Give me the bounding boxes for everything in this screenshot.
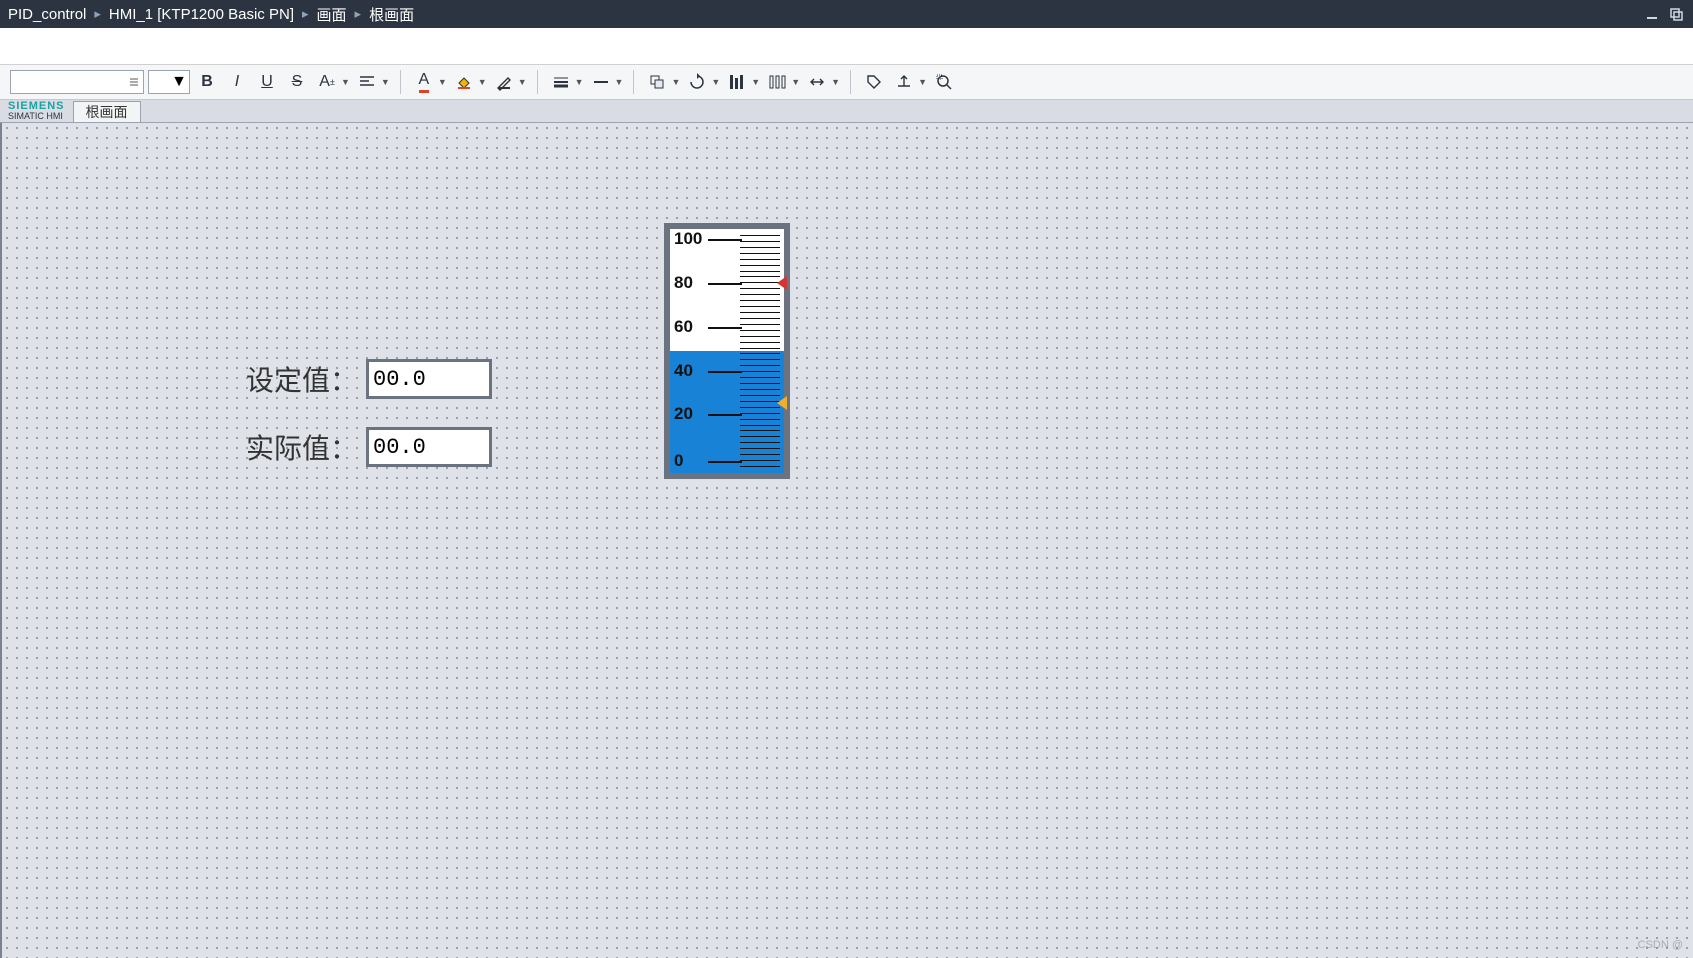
breadcrumb-item-root-screen[interactable]: 根画面 (369, 4, 414, 25)
distribute-button[interactable] (764, 68, 790, 96)
watermark: CSDN @ (1638, 939, 1683, 951)
breadcrumb-item-screens[interactable]: 画面 (317, 4, 347, 25)
tab-root-screen[interactable]: 根画面 (73, 101, 141, 122)
formatting-toolbar: ▼ B I U S A± ▼ ▼ A ▼ ▼ ▼ ▼ (0, 65, 1693, 100)
ribbon-blank-area (0, 28, 1693, 65)
gauge-tick-0: 0 (674, 451, 683, 471)
chevron-down-icon: ▼ (918, 77, 927, 87)
setpoint-label: 设定值： (246, 359, 358, 399)
actual-label: 实际值： (246, 427, 358, 467)
font-family-select[interactable] (10, 70, 144, 94)
breadcrumb-sep-icon: ▸ (355, 6, 362, 22)
titlebar-window-controls (1643, 6, 1685, 22)
pencil-icon (495, 73, 513, 91)
chevron-down-icon: ▼ (438, 77, 447, 87)
minimize-button[interactable] (1643, 6, 1661, 22)
bring-to-front-button[interactable] (644, 68, 670, 96)
gauge-tick-100: 100 (674, 229, 702, 249)
italic-button[interactable]: I (224, 68, 250, 96)
field-row-setpoint: 设定值： 00.0 (246, 359, 492, 399)
layer-select-button[interactable] (891, 68, 917, 96)
breadcrumb: PID_control ▸ HMI_1 [KTP1200 Basic PN] ▸… (8, 4, 414, 25)
setpoint-value: 00.0 (373, 367, 426, 392)
gauge-tick-60: 60 (674, 317, 693, 337)
bold-button[interactable]: B (194, 68, 220, 96)
chevron-down-icon: ▼ (711, 77, 720, 87)
chevron-down-icon: ▼ (478, 77, 487, 87)
gauge-tick-40: 40 (674, 361, 693, 381)
font-scale-button[interactable]: A± (314, 68, 340, 96)
field-row-actual: 实际值： 00.0 (246, 427, 492, 467)
text-align-button[interactable] (354, 68, 380, 96)
chevron-down-icon: ▼ (791, 77, 800, 87)
screen-editor-canvas[interactable]: 设定值： 00.0 实际值： 00.0 100 80 60 40 20 0 (0, 123, 1693, 958)
align-objects-button[interactable] (724, 68, 750, 96)
brand-line2: SIMATIC HMI (8, 111, 65, 121)
toolbar-separator (633, 70, 634, 94)
chevron-down-icon: ▼ (575, 77, 584, 87)
chevron-down-icon: ▼ (341, 77, 350, 87)
actual-value: 00.0 (373, 435, 426, 460)
chevron-down-icon: ▼ (671, 77, 680, 87)
list-icon (129, 77, 139, 87)
tab-label: 根画面 (86, 102, 128, 122)
breadcrumb-sep-icon: ▸ (94, 6, 101, 22)
toolbar-separator (850, 70, 851, 94)
toolbar-separator (537, 70, 538, 94)
gauge-tick-80: 80 (674, 273, 693, 293)
gauge-high-marker-icon (777, 276, 787, 290)
breadcrumb-sep-icon: ▸ (302, 6, 309, 22)
fill-color-button[interactable] (451, 68, 477, 96)
setpoint-input[interactable]: 00.0 (366, 359, 492, 399)
tab-strip: SIEMENS SIMATIC HMI 根画面 (0, 100, 1693, 123)
chevron-down-icon: ▼ (751, 77, 760, 87)
line-color-button[interactable] (491, 68, 517, 96)
line-width-button[interactable] (548, 68, 574, 96)
actual-input[interactable]: 00.0 (366, 427, 492, 467)
resize-objects-button[interactable] (804, 68, 830, 96)
font-color-button[interactable]: A (411, 68, 437, 96)
chevron-down-icon: ▼ (171, 73, 187, 91)
breadcrumb-item-device[interactable]: HMI_1 [KTP1200 Basic PN] (109, 6, 294, 23)
underline-button[interactable]: U (254, 68, 280, 96)
toolbar-separator (400, 70, 401, 94)
chevron-down-icon: ▼ (615, 77, 624, 87)
title-bar: PID_control ▸ HMI_1 [KTP1200 Basic PN] ▸… (0, 0, 1693, 28)
brand-badge: SIEMENS SIMATIC HMI (2, 100, 71, 122)
zoom-selection-button[interactable] (931, 68, 957, 96)
maximize-restore-button[interactable] (1667, 6, 1685, 22)
tag-link-button[interactable] (861, 68, 887, 96)
font-size-select[interactable]: ▼ (148, 70, 190, 94)
brand-line1: SIEMENS (8, 101, 65, 111)
bar-gauge[interactable]: 100 80 60 40 20 0 (664, 223, 790, 479)
gauge-low-marker-icon (777, 396, 787, 410)
chevron-down-icon: ▼ (518, 77, 527, 87)
magnifier-icon (935, 73, 953, 91)
breadcrumb-item-project[interactable]: PID_control (8, 6, 86, 23)
chevron-down-icon: ▼ (381, 77, 390, 87)
bar-gauge-fine-ticks (740, 235, 780, 467)
gauge-tick-20: 20 (674, 404, 693, 424)
paint-bucket-icon (455, 73, 473, 91)
line-style-button[interactable] (588, 68, 614, 96)
rotate-button[interactable] (684, 68, 710, 96)
tag-icon (865, 73, 883, 91)
strikethrough-button[interactable]: S (284, 68, 310, 96)
chevron-down-icon: ▼ (831, 77, 840, 87)
